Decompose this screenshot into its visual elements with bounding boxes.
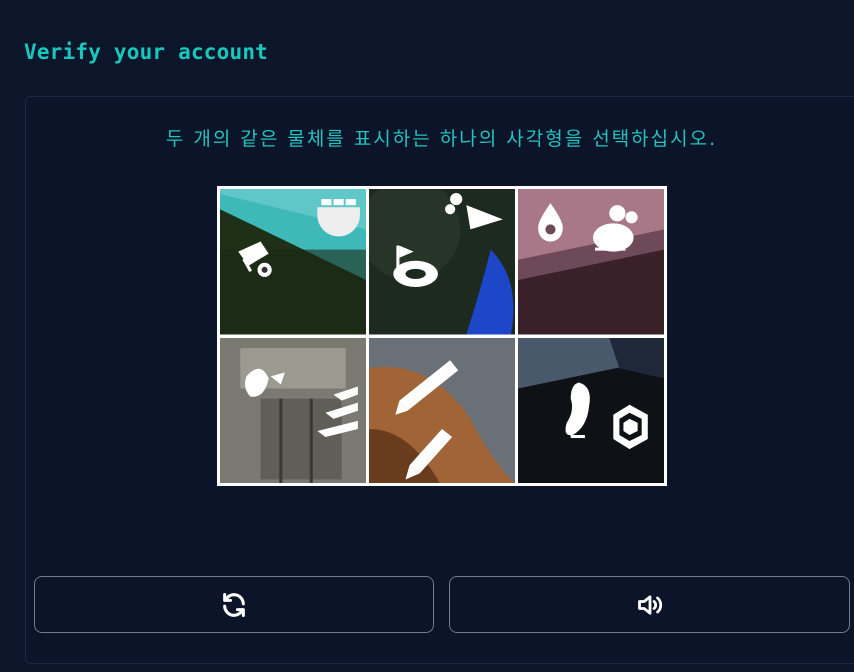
page-title: Verify your account (24, 40, 269, 64)
captcha-tile-6[interactable] (518, 337, 664, 483)
tile-1-image (220, 189, 366, 335)
captcha-tile-3[interactable] (518, 189, 664, 335)
tile-3-image (518, 189, 664, 335)
audio-challenge-button[interactable] (449, 576, 850, 633)
tile-6-image (518, 337, 664, 483)
captcha-tile-1[interactable] (220, 189, 366, 335)
captcha-tile-5[interactable] (369, 337, 515, 483)
tile-5-image (369, 337, 515, 483)
captcha-tile-4[interactable] (220, 337, 366, 483)
captcha-grid (217, 186, 667, 486)
captcha-instruction: 두 개의 같은 물체를 표시하는 하나의 사각형을 선택하십시오. (165, 128, 718, 150)
speaker-icon (637, 594, 662, 615)
refresh-button[interactable] (34, 576, 434, 633)
tile-4-image (220, 337, 366, 483)
refresh-icon (223, 592, 245, 617)
captcha-tile-2[interactable] (369, 189, 515, 335)
tile-2-image (369, 189, 515, 335)
